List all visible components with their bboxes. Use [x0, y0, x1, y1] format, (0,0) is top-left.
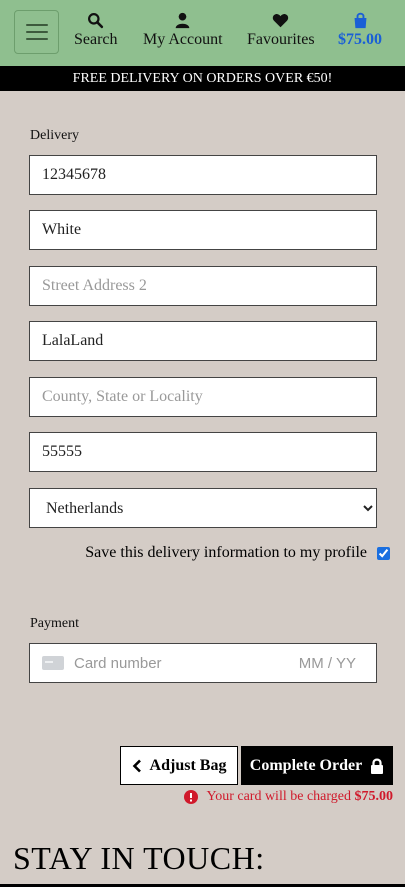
charge-amount: $75.00 — [354, 789, 394, 804]
lock-icon — [371, 758, 384, 774]
stay-in-touch-heading: STAY IN TOUCH: — [13, 840, 265, 876]
heart-icon — [273, 14, 289, 28]
nav-search-label: Search — [74, 31, 118, 48]
nav-favourites-label: Favourites — [247, 31, 315, 48]
menu-toggle-button[interactable] — [14, 10, 59, 54]
save-delivery-checkbox[interactable] — [377, 546, 390, 560]
hamburger-line — [25, 24, 48, 26]
alert-circle-icon — [184, 790, 199, 804]
free-delivery-banner: FREE DELIVERY ON ORDERS OVER €50! — [0, 66, 405, 91]
complete-order-label: Complete Order — [249, 756, 363, 774]
card-input[interactable]: Card number MM / YY — [29, 643, 377, 683]
hamburger-line — [25, 38, 48, 40]
shopping-bag-icon — [354, 12, 366, 29]
postcode-field[interactable] — [29, 432, 377, 472]
hamburger-line — [25, 31, 48, 33]
save-delivery-label: Save this delivery information to my pro… — [85, 544, 367, 561]
nav-bag[interactable]: $75.00 — [338, 12, 382, 49]
charge-notice: Your card will be charged $75.00 — [184, 789, 393, 805]
nav-bag-total: $75.00 — [338, 31, 382, 48]
card-expiry-placeholder: MM / YY — [298, 654, 356, 672]
top-nav: Search My Account Favourites $75.00 — [0, 0, 405, 66]
nav-account-label: My Account — [143, 31, 223, 48]
payment-section-label: Payment — [30, 616, 79, 631]
nav-account[interactable]: My Account — [143, 12, 223, 49]
nav-favourites[interactable]: Favourites — [247, 12, 315, 49]
address-line1-field[interactable] — [29, 210, 377, 250]
complete-order-button[interactable]: Complete Order — [241, 746, 393, 785]
adjust-bag-button[interactable]: Adjust Bag — [120, 746, 238, 785]
phone-field[interactable] — [29, 155, 377, 195]
user-icon — [175, 12, 190, 29]
address-line2-field[interactable] — [29, 266, 377, 306]
search-icon — [88, 13, 104, 29]
save-delivery-row: Save this delivery information to my pro… — [0, 544, 390, 562]
region-field[interactable] — [29, 377, 377, 417]
credit-card-icon — [42, 656, 64, 670]
charge-notice-text: Your card will be charged — [206, 789, 351, 804]
card-number-placeholder: Card number — [74, 654, 162, 672]
adjust-bag-label: Adjust Bag — [149, 756, 227, 774]
city-field[interactable] — [29, 321, 377, 361]
chevron-left-icon — [132, 759, 141, 772]
nav-search[interactable]: Search — [74, 12, 118, 49]
country-select[interactable]: Netherlands — [29, 488, 377, 528]
delivery-section-label: Delivery — [30, 128, 79, 143]
